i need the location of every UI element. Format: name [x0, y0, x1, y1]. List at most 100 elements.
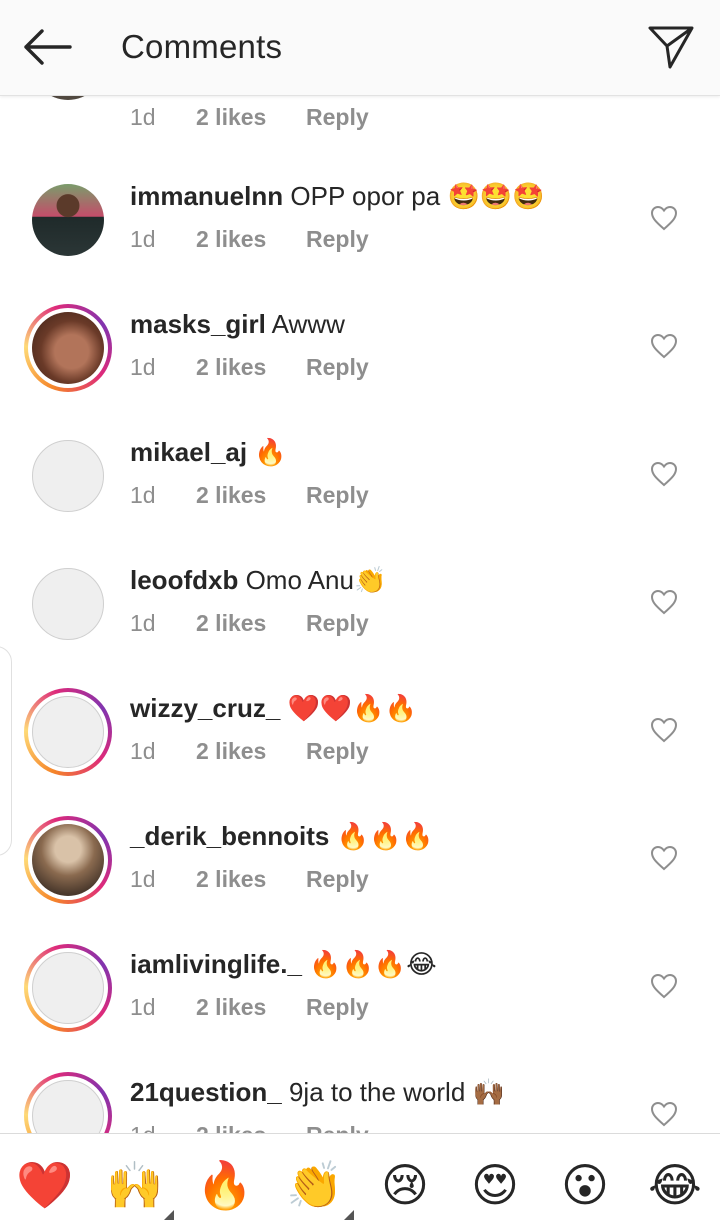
avatar-story-ring[interactable]	[24, 688, 112, 776]
comment-body: Omo Anu👏	[245, 565, 387, 595]
reply-button[interactable]: Reply	[306, 994, 369, 1021]
avatar[interactable]	[24, 432, 112, 520]
emoji-fire-button[interactable]: 🔥	[194, 1154, 256, 1216]
comment-meta: 1d 2 likesReply	[130, 738, 369, 765]
heart-icon[interactable]	[650, 205, 678, 231]
like-count[interactable]: 2 likes	[196, 354, 306, 381]
avatar-story-ring[interactable]	[24, 944, 112, 1032]
like-count[interactable]: 2 likes	[196, 1122, 306, 1133]
avatar[interactable]	[24, 560, 112, 648]
comment-time: 1d	[130, 482, 156, 508]
comment-body: 🔥🔥🔥😂	[309, 949, 437, 979]
comment-row: masks_girl Awww 1d 2 likes Reply	[0, 288, 720, 416]
comment-meta: 1d 2 likesReply	[130, 354, 369, 381]
comment-username[interactable]: 21question_	[130, 1077, 282, 1107]
reply-button[interactable]: Reply	[306, 610, 369, 637]
emoji-raising-hands-button[interactable]: 🙌	[104, 1154, 174, 1220]
avatar-image	[32, 96, 104, 100]
comment-time: 1d	[130, 104, 156, 130]
comment-row: _derik_bennoits 🔥🔥🔥 1d 2 likes Reply	[0, 800, 720, 928]
heart-icon[interactable]	[650, 461, 678, 487]
comment-body: Awww	[271, 309, 345, 339]
avatar-story-ring[interactable]	[24, 304, 112, 392]
emoji-sad-button[interactable]: 😢	[374, 1154, 436, 1216]
reply-button[interactable]: Reply	[306, 104, 369, 131]
reply-button[interactable]: Reply	[306, 226, 369, 253]
like-count[interactable]: 2 likes	[196, 226, 306, 253]
reply-button[interactable]: Reply	[306, 866, 369, 893]
reply-button[interactable]: Reply	[306, 738, 369, 765]
comment-username[interactable]: wizzy_cruz_	[130, 693, 280, 723]
avatar-story-ring[interactable]	[24, 1072, 112, 1133]
comment-text: iamlivinglife._ 🔥🔥🔥😂	[130, 948, 437, 980]
top-bar: Comments	[0, 0, 720, 96]
comment-username[interactable]: mikael_aj	[130, 437, 247, 467]
avatar[interactable]	[24, 96, 112, 108]
emoji-laughing-button[interactable]: 😂	[644, 1154, 706, 1216]
like-count[interactable]: 2 likes	[196, 610, 306, 637]
reply-button[interactable]: Reply	[306, 482, 369, 509]
comment-body: 🔥	[254, 437, 287, 467]
comment-meta: 1d 2 likesReply	[130, 104, 369, 131]
comment-time: 1d	[130, 354, 156, 380]
emoji-surprised-button[interactable]: 😮	[554, 1154, 616, 1216]
comment-row: immanuelnn OPP opor pa 🤩🤩🤩 1d 2 likes Repl…	[0, 160, 720, 288]
comment-time: 1d	[130, 226, 156, 252]
comment-meta: 1d 2 likesReply	[130, 610, 369, 637]
comment-time: 1d	[130, 738, 156, 764]
avatar-image	[32, 184, 104, 256]
like-count[interactable]: 2 likes	[196, 104, 306, 131]
comment-time: 1d	[130, 610, 156, 636]
heart-icon[interactable]	[650, 845, 678, 871]
comment-text: masks_girl Awww	[130, 308, 345, 340]
avatar-placeholder	[32, 1080, 104, 1133]
avatar-story-ring[interactable]	[24, 816, 112, 904]
variant-indicator-icon	[344, 1210, 354, 1220]
comment-username[interactable]: masks_girl	[130, 309, 266, 339]
comment-username[interactable]: _derik_bennoits	[130, 821, 329, 851]
raising-hands-icon: 🙌	[106, 1158, 164, 1212]
comment-text: immanuelnn OPP opor pa 🤩🤩🤩	[130, 180, 545, 212]
avatar-image	[32, 824, 104, 896]
comment-meta: 1d 2 likesReply	[130, 226, 369, 253]
quick-emoji-bar: ❤️ 🙌 🔥 👏 😢 😍 😮 😂	[0, 1133, 720, 1229]
heart-icon[interactable]	[650, 333, 678, 359]
emoji-clap-button[interactable]: 👏	[284, 1154, 354, 1220]
heart-icon[interactable]	[650, 973, 678, 999]
clapping-hands-icon: 👏	[286, 1158, 344, 1212]
comment-row: wizzy_cruz_ ❤️❤️🔥🔥 1d 2 likes Reply	[0, 672, 720, 800]
share-button[interactable]	[644, 20, 698, 74]
comment-text: _derik_bennoits 🔥🔥🔥	[130, 820, 434, 852]
avatar[interactable]	[24, 176, 112, 264]
reply-button[interactable]: Reply	[306, 1122, 369, 1133]
emoji-heart-button[interactable]: ❤️	[14, 1154, 76, 1216]
comments-list[interactable]: 1d 2 likes Reply immanuelnn OPP opor pa 🤩🤩…	[0, 96, 720, 1133]
like-count[interactable]: 2 likes	[196, 866, 306, 893]
comment-username[interactable]: iamlivinglife._	[130, 949, 302, 979]
avatar-placeholder	[32, 696, 104, 768]
edge-handle[interactable]	[0, 646, 12, 856]
heart-icon[interactable]	[650, 717, 678, 743]
comment-body: 🔥🔥🔥	[336, 821, 434, 851]
comment-text: wizzy_cruz_ ❤️❤️🔥🔥	[130, 692, 417, 724]
comment-time: 1d	[130, 994, 156, 1020]
arrow-left-icon	[24, 29, 72, 65]
comment-row-partial: 1d 2 likes Reply	[0, 96, 720, 131]
comment-row: iamlivinglife._ 🔥🔥🔥😂 1d 2 likes Reply	[0, 928, 720, 1056]
like-count[interactable]: 2 likes	[196, 994, 306, 1021]
comment-text: 21question_ 9ja to the world 🙌🏾	[130, 1076, 505, 1108]
comment-username[interactable]: immanuelnn	[130, 181, 283, 211]
comment-meta: 1d2 likesReply	[130, 866, 369, 893]
comment-meta: 1d 2 likesReply	[130, 994, 369, 1021]
paper-plane-icon	[648, 26, 694, 69]
comment-username[interactable]: leoofdxb	[130, 565, 238, 595]
comment-meta: 1d2 likesReply	[130, 1122, 369, 1133]
like-count[interactable]: 2 likes	[196, 738, 306, 765]
back-button[interactable]	[18, 22, 76, 72]
heart-icon[interactable]	[650, 589, 678, 615]
heart-icon[interactable]	[650, 1101, 678, 1127]
reply-button[interactable]: Reply	[306, 354, 369, 381]
emoji-heart-eyes-button[interactable]: 😍	[464, 1154, 526, 1216]
like-count[interactable]: 2 likes	[196, 482, 306, 509]
avatar-placeholder	[32, 952, 104, 1024]
